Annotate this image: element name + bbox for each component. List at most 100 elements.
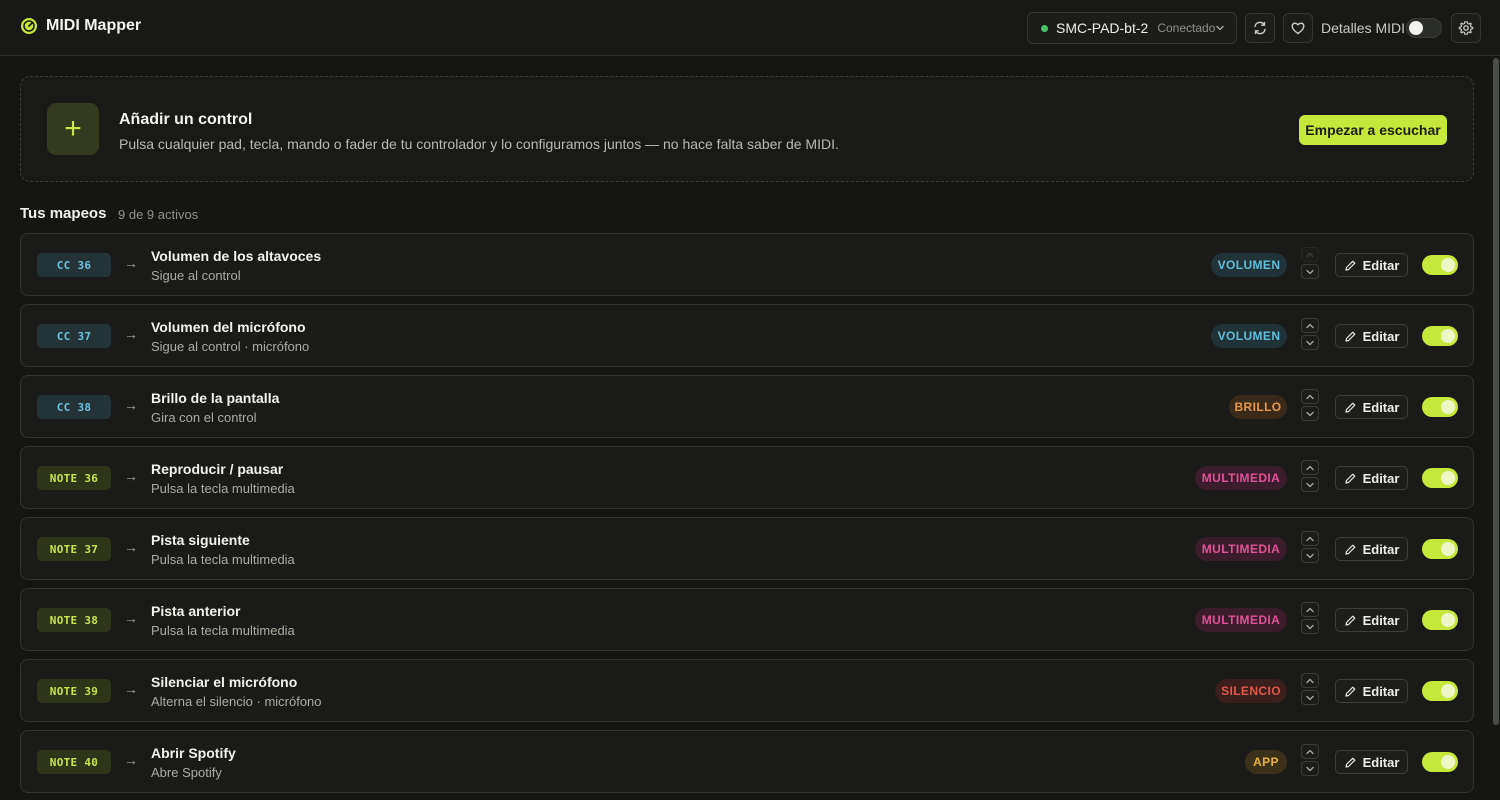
edit-button[interactable]: Editar <box>1335 324 1408 348</box>
chevron-down-icon <box>1306 340 1314 345</box>
pencil-icon <box>1344 757 1355 768</box>
move-up-button[interactable] <box>1301 602 1319 617</box>
edit-button[interactable]: Editar <box>1335 608 1408 632</box>
edit-button[interactable]: Editar <box>1335 395 1408 419</box>
edit-button[interactable]: Editar <box>1335 750 1408 774</box>
pencil-icon <box>1344 402 1355 413</box>
reorder-controls <box>1301 602 1319 636</box>
chevron-up-icon <box>1306 678 1314 683</box>
mapping-row: CC 36 → Volumen de los altavoces Sigue al c… <box>20 233 1474 296</box>
mapping-subtitle: Abre Spotify <box>151 765 222 780</box>
category-badge: VOLUMEN <box>1211 253 1287 277</box>
move-down-button[interactable] <box>1301 619 1319 634</box>
edit-label: Editar <box>1362 541 1400 557</box>
move-down-button[interactable] <box>1301 548 1319 563</box>
edit-label: Editar <box>1362 328 1400 344</box>
mapping-enabled-toggle[interactable] <box>1422 468 1458 488</box>
logo-icon <box>21 18 37 34</box>
midi-message-tag: NOTE 40 <box>37 750 111 774</box>
chevron-down-icon <box>1306 624 1314 629</box>
chevron-up-icon <box>1306 465 1314 470</box>
midi-details-toggle[interactable] <box>1406 18 1442 38</box>
mapping-row: CC 37 → Volumen del micrófono Sigue al cont… <box>20 304 1474 367</box>
device-selector[interactable]: SMC-PAD-bt-2 Conectado <box>1027 12 1237 44</box>
mapping-enabled-toggle[interactable] <box>1422 752 1458 772</box>
arrow-icon: → <box>124 468 138 484</box>
mapping-enabled-toggle[interactable] <box>1422 610 1458 630</box>
mapping-enabled-toggle[interactable] <box>1422 326 1458 346</box>
move-up-button[interactable] <box>1301 389 1319 404</box>
midi-message-tag: NOTE 38 <box>37 608 111 632</box>
edit-button[interactable]: Editar <box>1335 466 1408 490</box>
pencil-icon <box>1344 615 1355 626</box>
move-up-button[interactable] <box>1301 318 1319 333</box>
move-up-button[interactable] <box>1301 531 1319 546</box>
toggle-knob <box>1441 258 1455 272</box>
arrow-icon: → <box>124 255 138 271</box>
move-down-button[interactable] <box>1301 335 1319 350</box>
toggle-knob <box>1441 613 1455 627</box>
brand: MIDI Mapper <box>20 17 141 35</box>
mappings-title: Tus mapeos <box>20 205 107 222</box>
reorder-controls <box>1301 531 1319 565</box>
mappings-count: 9 de 9 activos <box>118 207 199 222</box>
midi-message-tag: CC 36 <box>37 253 111 277</box>
mapping-subtitle: Pulsa la tecla multimedia <box>151 623 295 638</box>
arrow-icon: → <box>124 326 138 342</box>
move-down-button[interactable] <box>1301 477 1319 492</box>
move-up-button[interactable] <box>1301 673 1319 688</box>
mapping-row: NOTE 40 → Abrir Spotify Abre Spotify APP Edit… <box>20 730 1474 793</box>
category-badge: VOLUMEN <box>1211 324 1287 348</box>
move-up-button[interactable] <box>1301 460 1319 475</box>
mapping-row: CC 38 → Brillo de la pantalla Gira con el c… <box>20 375 1474 438</box>
chevron-down-icon <box>1216 25 1224 31</box>
gear-icon <box>1458 21 1474 35</box>
move-down-button[interactable] <box>1301 690 1319 705</box>
category-badge: MULTIMEDIA <box>1195 608 1287 632</box>
add-control-description: Pulsa cualquier pad, tecla, mando o fade… <box>119 136 839 152</box>
move-up-button[interactable] <box>1301 744 1319 759</box>
move-down-button[interactable] <box>1301 406 1319 421</box>
plus-icon: + <box>47 103 99 155</box>
toggle-knob <box>1441 471 1455 485</box>
refresh-button[interactable] <box>1245 13 1275 43</box>
settings-button[interactable] <box>1451 13 1481 43</box>
mapping-title: Silenciar el micrófono <box>151 674 298 690</box>
toggle-knob <box>1441 542 1455 556</box>
edit-button[interactable]: Editar <box>1335 679 1408 703</box>
mapping-enabled-toggle[interactable] <box>1422 681 1458 701</box>
category-badge: MULTIMEDIA <box>1195 537 1287 561</box>
pencil-icon <box>1344 260 1355 271</box>
category-badge: APP <box>1245 750 1287 774</box>
mapping-enabled-toggle[interactable] <box>1422 255 1458 275</box>
add-control-card: + Añadir un control Pulsa cualquier pad,… <box>20 76 1474 182</box>
reorder-controls <box>1301 318 1319 352</box>
chevron-down-icon <box>1306 766 1314 771</box>
midi-message-tag: CC 37 <box>37 324 111 348</box>
favorites-button[interactable] <box>1283 13 1313 43</box>
move-down-button[interactable] <box>1301 761 1319 776</box>
mapping-enabled-toggle[interactable] <box>1422 539 1458 559</box>
move-up-button <box>1301 247 1319 262</box>
scrollbar[interactable] <box>1493 58 1499 725</box>
arrow-icon: → <box>124 752 138 768</box>
midi-message-tag: NOTE 39 <box>37 679 111 703</box>
toggle-knob <box>1441 684 1455 698</box>
mapping-row: NOTE 38 → Pista anterior Pulsa la tecla mul… <box>20 588 1474 651</box>
edit-button[interactable]: Editar <box>1335 253 1408 277</box>
chevron-down-icon <box>1306 269 1314 274</box>
category-badge: MULTIMEDIA <box>1195 466 1287 490</box>
move-down-button[interactable] <box>1301 264 1319 279</box>
top-bar: MIDI Mapper SMC-PAD-bt-2 Conectado Detal… <box>0 0 1500 56</box>
mapping-row: NOTE 39 → Silenciar el micrófono Alterna el… <box>20 659 1474 722</box>
device-name: SMC-PAD-bt-2 <box>1056 20 1149 36</box>
mapping-enabled-toggle[interactable] <box>1422 397 1458 417</box>
chevron-up-icon <box>1306 252 1314 257</box>
mapping-subtitle: Gira con el control <box>151 410 257 425</box>
category-badge: BRILLO <box>1229 395 1287 419</box>
category-badge: SILENCIO <box>1215 679 1287 703</box>
pencil-icon <box>1344 331 1355 342</box>
mapping-title: Brillo de la pantalla <box>151 390 280 406</box>
start-listening-button[interactable]: Empezar a escuchar <box>1299 115 1447 145</box>
edit-button[interactable]: Editar <box>1335 537 1408 561</box>
